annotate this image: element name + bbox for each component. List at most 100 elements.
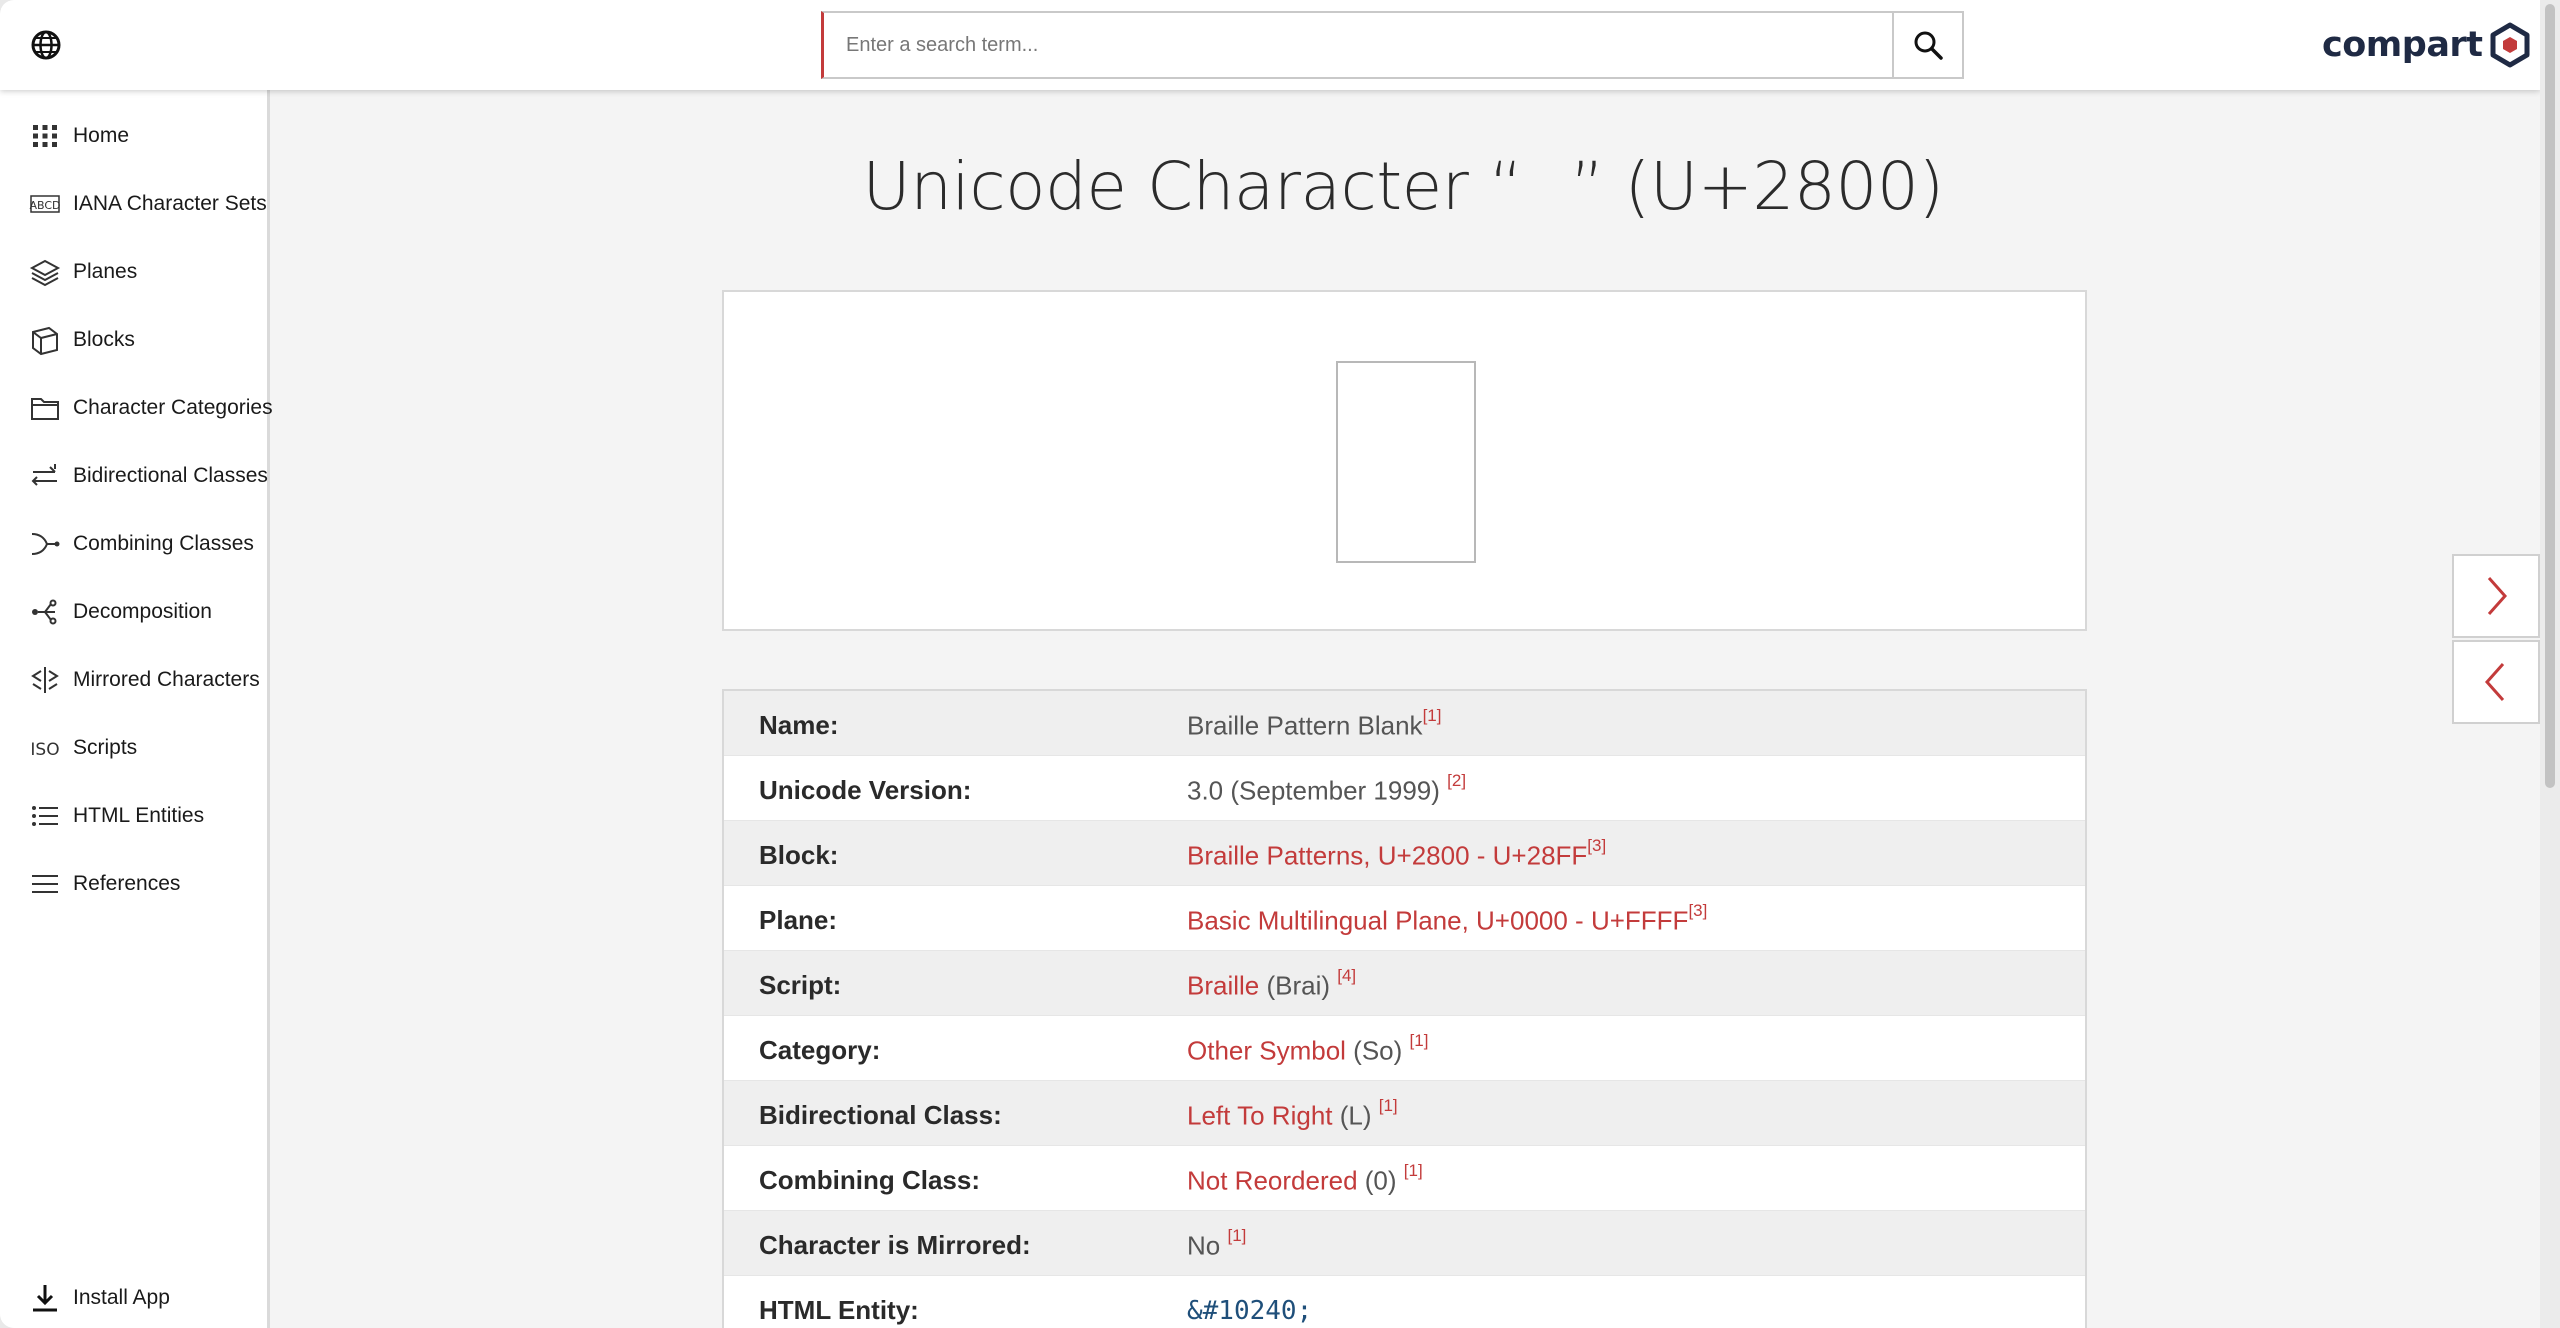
decomposition-icon xyxy=(32,599,57,625)
bidi-arrows-icon xyxy=(31,464,57,486)
sidebar-item-blocks[interactable]: Blocks xyxy=(0,310,267,370)
property-value: Basic Multilingual Plane, U+0000 - U+FFF… xyxy=(1187,901,1707,937)
table-row: Plane: Basic Multilingual Plane, U+0000 … xyxy=(724,886,2085,951)
table-row: Combining Class: Not Reordered (0) [1] xyxy=(724,1146,2085,1211)
sidebar-item-label: Combining Classes xyxy=(73,532,254,555)
reference-link[interactable]: [3] xyxy=(1587,836,1606,855)
sidebar-item-bidirectional-classes[interactable]: Bidirectional Classes xyxy=(0,446,268,506)
reference-link[interactable]: [3] xyxy=(1688,901,1707,920)
sidebar-item-label: HTML Entities xyxy=(73,804,205,827)
table-row: Category: Other Symbol (So) [1] xyxy=(724,1016,2085,1081)
search-input[interactable] xyxy=(824,13,1894,77)
sidebar-item-label: Bidirectional Classes xyxy=(73,464,268,487)
property-value: Braille Pattern Blank[1] xyxy=(1187,706,1442,741)
property-value: Braille (Brai) [4] xyxy=(1187,966,1357,1001)
sidebar-item-planes[interactable]: Planes xyxy=(0,242,267,302)
property-key: Name: xyxy=(759,710,839,740)
top-header: compart xyxy=(0,0,2540,90)
app-window: compart Home ABCD IANA Charact xyxy=(0,0,2540,1328)
property-key: Bidirectional Class: xyxy=(759,1100,1002,1130)
globe-icon[interactable] xyxy=(26,25,66,65)
reference-link[interactable]: [1] xyxy=(1227,1226,1246,1245)
property-key: HTML Entity: xyxy=(759,1295,919,1325)
sidebar: Home ABCD IANA Character Sets Planes Blo… xyxy=(0,90,273,1328)
install-app-button[interactable]: Install App xyxy=(0,1268,267,1328)
layers-icon xyxy=(29,259,61,287)
sidebar-item-label: IANA Character Sets xyxy=(73,192,267,215)
sidebar-item-label: Decomposition xyxy=(73,600,212,623)
property-key: Category: xyxy=(759,1035,881,1065)
reference-link[interactable]: [1] xyxy=(1404,1161,1423,1180)
property-key: Combining Class: xyxy=(759,1165,981,1195)
properties-table: Name: Braille Pattern Blank[1] Unicode V… xyxy=(722,689,2087,1328)
property-key: Script: xyxy=(759,970,842,1000)
reference-link[interactable]: [1] xyxy=(1410,1031,1429,1050)
brand-name: compart xyxy=(2322,25,2483,65)
sidebar-item-character-categories[interactable]: Character Categories xyxy=(0,378,273,438)
sidebar-item-home[interactable]: Home xyxy=(0,106,267,166)
iso-icon: ISO xyxy=(30,740,59,760)
property-key: Block: xyxy=(759,840,839,870)
sidebar-item-label: Mirrored Characters xyxy=(73,668,260,691)
table-row: Bidirectional Class: Left To Right (L) [… xyxy=(724,1081,2085,1146)
table-row: Name: Braille Pattern Blank[1] xyxy=(724,691,2085,756)
scrollbar-thumb[interactable] xyxy=(2545,4,2555,788)
install-app-label: Install App xyxy=(73,1286,170,1309)
grid-icon xyxy=(33,125,57,147)
sidebar-item-references[interactable]: References xyxy=(0,854,267,914)
download-icon xyxy=(33,1285,57,1312)
abcd-icon: ABCD xyxy=(29,195,61,213)
property-value: Not Reordered (0) [1] xyxy=(1187,1161,1423,1196)
sidebar-item-label: Planes xyxy=(73,260,138,283)
search-button[interactable] xyxy=(1892,13,1962,77)
search-bar xyxy=(821,11,1964,79)
table-row: HTML Entity: &#10240; xyxy=(724,1276,2085,1328)
table-row: Script: Braille (Brai) [4] xyxy=(724,951,2085,1016)
reference-link[interactable]: [2] xyxy=(1447,771,1466,790)
combine-icon xyxy=(31,533,60,555)
next-character-button[interactable] xyxy=(2452,554,2540,638)
menu-icon xyxy=(32,875,58,893)
table-row: Block: Braille Patterns, U+2800 - U+28FF… xyxy=(724,821,2085,886)
search-icon xyxy=(1914,31,1943,60)
property-value: &#10240; xyxy=(1187,1295,1312,1326)
sidebar-item-iana-character-sets[interactable]: ABCD IANA Character Sets xyxy=(0,174,267,234)
sidebar-item-label: Home xyxy=(73,124,130,147)
sidebar-item-label: Character Categories xyxy=(73,396,273,419)
svg-text:ABCD: ABCD xyxy=(29,199,60,212)
cube-icon xyxy=(32,326,58,356)
sidebar-item-decomposition[interactable]: Decomposition xyxy=(0,582,267,642)
combining-class-link[interactable]: Not Reordered xyxy=(1187,1166,1358,1196)
previous-character-button[interactable] xyxy=(2452,640,2540,724)
property-key: Unicode Version: xyxy=(759,775,972,805)
reference-link[interactable]: [1] xyxy=(1423,706,1442,725)
chevron-right-icon xyxy=(2487,577,2508,615)
hexagon-logo-icon xyxy=(2490,22,2530,68)
svg-text:ISO: ISO xyxy=(30,740,59,760)
block-link[interactable]: Braille Patterns, U+2800 - U+28FF xyxy=(1187,841,1587,871)
html-entity-code[interactable]: &#10240; xyxy=(1187,1296,1312,1326)
property-value: Other Symbol (So) [1] xyxy=(1187,1031,1429,1066)
sidebar-item-combining-classes[interactable]: Combining Classes xyxy=(0,514,267,574)
sidebar-item-label: Scripts xyxy=(73,736,138,759)
script-link[interactable]: Braille xyxy=(1187,971,1259,1001)
list-icon xyxy=(32,806,58,826)
mirror-icon xyxy=(31,667,59,693)
reference-link[interactable]: [1] xyxy=(1379,1096,1398,1115)
table-row: Character is Mirrored: No [1] xyxy=(724,1211,2085,1276)
property-key: Plane: xyxy=(759,905,838,935)
property-value: Braille Patterns, U+2800 - U+28FF[3] xyxy=(1187,836,1606,872)
category-link[interactable]: Other Symbol xyxy=(1187,1036,1346,1066)
sidebar-item-html-entities[interactable]: HTML Entities xyxy=(0,786,267,846)
bidi-class-link[interactable]: Left To Right xyxy=(1187,1101,1333,1131)
reference-link[interactable]: [4] xyxy=(1337,966,1356,985)
property-key: Character is Mirrored: xyxy=(759,1230,1031,1260)
table-row: Unicode Version: 3.0 (September 1999) [2… xyxy=(724,756,2085,821)
sidebar-item-mirrored-characters[interactable]: Mirrored Characters xyxy=(0,650,267,710)
brand-logo[interactable]: compart xyxy=(2322,20,2532,70)
character-preview: ⠀ xyxy=(722,290,2087,631)
folder-icon xyxy=(31,398,59,420)
plane-link[interactable]: Basic Multilingual Plane, U+0000 - U+FFF… xyxy=(1187,906,1688,936)
sidebar-item-scripts[interactable]: ISO Scripts xyxy=(0,718,267,778)
scrollbar[interactable] xyxy=(2540,0,2560,1328)
